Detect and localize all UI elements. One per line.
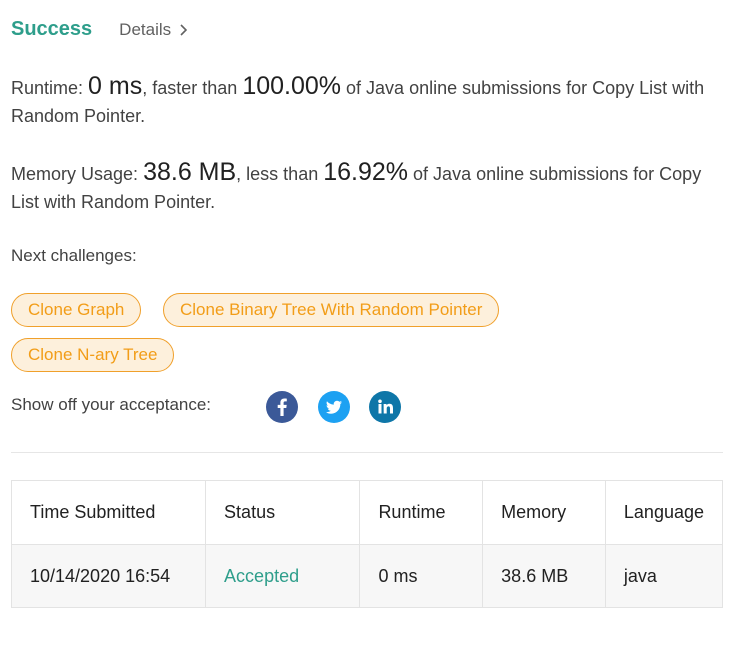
memory-summary: Memory Usage: 38.6 MB, less than 16.92% … [11, 158, 731, 216]
section-divider [11, 452, 723, 453]
details-label: Details [119, 20, 172, 39]
column-header-runtime: Runtime [359, 480, 484, 545]
facebook-icon[interactable] [266, 391, 298, 423]
cell-runtime: 0 ms [359, 544, 484, 608]
submissions-table: Time Submitted Status Runtime Memory Lan… [10, 480, 724, 608]
column-header-time-submitted: Time Submitted [10, 480, 207, 545]
runtime-value: 0 ms [88, 72, 143, 100]
status-title: Success [11, 18, 93, 40]
memory-label: Memory Usage: [11, 164, 139, 184]
twitter-icon[interactable] [318, 391, 350, 423]
memory-percent: 16.92% [323, 158, 409, 186]
details-link[interactable]: Details [119, 20, 188, 40]
cell-language: java [604, 544, 724, 608]
runtime-percent: 100.00% [242, 72, 342, 100]
cell-time-submitted: 10/14/2020 16:54 [10, 544, 207, 608]
runtime-label: Runtime: [11, 78, 84, 98]
challenge-chip-clone-graph[interactable]: Clone Graph [11, 293, 142, 327]
share-label: Show off your acceptance: [11, 395, 212, 414]
result-header: Success Details [11, 18, 188, 44]
runtime-compare-text: , faster than [142, 78, 238, 98]
table-header-row: Time Submitted Status Runtime Memory Lan… [10, 480, 724, 545]
cell-memory: 38.6 MB [482, 544, 606, 608]
table-row: 10/14/2020 16:54 Accepted 0 ms 38.6 MB j… [10, 544, 724, 608]
linkedin-icon[interactable] [369, 391, 401, 423]
memory-value: 38.6 MB [143, 158, 237, 186]
next-challenges-label: Next challenges: [11, 246, 137, 265]
memory-compare-text: , less than [236, 164, 319, 184]
cell-status-accepted-link[interactable]: Accepted [205, 544, 361, 608]
chevron-right-icon [180, 24, 188, 36]
challenge-chip-clone-n-ary-tree[interactable]: Clone N-ary Tree [11, 338, 175, 372]
runtime-summary: Runtime: 0 ms, faster than 100.00% of Ja… [11, 72, 731, 130]
column-header-status: Status [205, 480, 361, 545]
column-header-language: Language [604, 480, 724, 545]
challenge-chip-clone-binary-tree[interactable]: Clone Binary Tree With Random Pointer [163, 293, 500, 327]
column-header-memory: Memory [482, 480, 606, 545]
